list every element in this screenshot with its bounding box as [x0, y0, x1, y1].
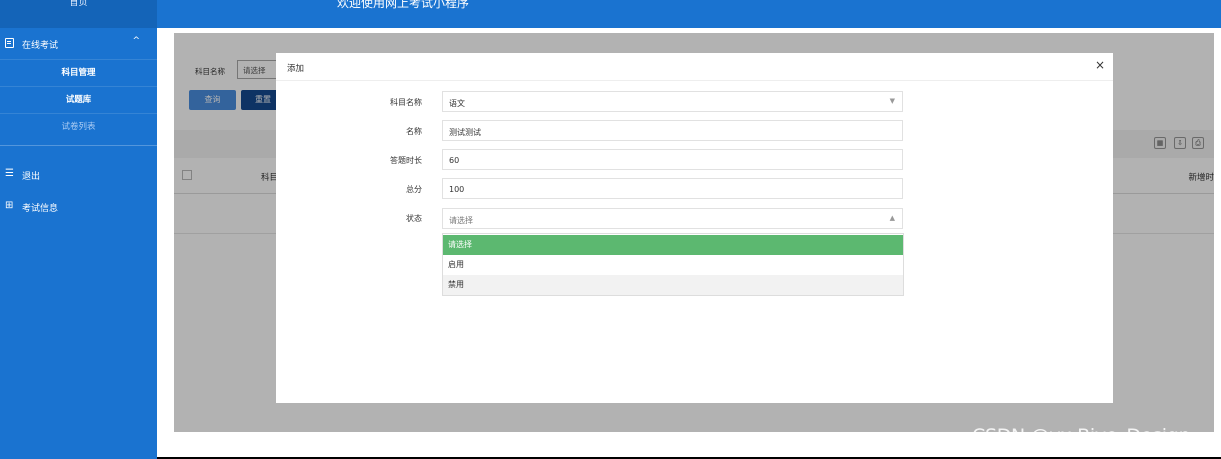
- dialog-title: 添加: [287, 64, 305, 74]
- subject-select[interactable]: 语文 ▼: [442, 91, 903, 112]
- sidebar-item-label: 考试信息: [22, 204, 59, 214]
- header-title: 欢迎使用网上考试小程序: [337, 0, 470, 10]
- name-input[interactable]: 测试测试: [442, 120, 903, 141]
- subject-select-value: 语文: [449, 99, 465, 108]
- total-score-input[interactable]: 100: [442, 178, 903, 199]
- chevron-up-icon: ▲: [889, 214, 895, 222]
- sidebar-item-paper-list[interactable]: 试卷列表: [0, 113, 157, 139]
- sidebar-item-label: 试题库: [65, 95, 92, 105]
- chevron-down-icon: ▼: [889, 97, 895, 105]
- chevron-up-icon: ^: [132, 36, 140, 46]
- book-icon: [5, 38, 14, 48]
- sidebar-item-label: 科目管理: [61, 68, 96, 78]
- name-input-value: 测试测试: [449, 128, 481, 137]
- status-option-placeholder[interactable]: 请选择: [443, 235, 903, 255]
- status-option-enabled[interactable]: 启用: [443, 255, 903, 275]
- add-dialog: 添加 × 科目名称 语文 ▼ 名称 测试测试 答题时长 60 总分 100 状态…: [276, 53, 1113, 403]
- total-score-input-value: 100: [449, 185, 465, 194]
- sidebar-item-question-bank[interactable]: 试题库: [0, 86, 157, 112]
- status-dropdown: 请选择 启用 禁用: [442, 233, 904, 296]
- field-label-total-score: 总分: [406, 185, 422, 194]
- field-label-status: 状态: [406, 214, 422, 223]
- sidebar-divider: [0, 145, 157, 146]
- field-label-subject: 科目名称: [390, 98, 422, 107]
- duration-input[interactable]: 60: [442, 149, 903, 170]
- field-label-duration: 答题时长: [390, 156, 422, 165]
- status-option-disabled[interactable]: 禁用: [443, 275, 903, 295]
- sidebar-item-subject-management[interactable]: 科目管理: [0, 59, 157, 85]
- menu-list-icon: ☰: [5, 168, 14, 179]
- sidebar-home[interactable]: 首页: [0, 0, 157, 28]
- sidebar: 首页 在线考试 ^ 科目管理 试题库 试卷列表 ☰ 退出 ⊞ 考试信息: [0, 0, 157, 459]
- grid-icon: ⊞: [5, 200, 14, 211]
- sidebar-group-online-exam[interactable]: 在线考试 ^: [0, 34, 157, 54]
- field-label-name: 名称: [406, 127, 422, 136]
- sidebar-item-exam-info[interactable]: ⊞ 考试信息: [0, 198, 157, 216]
- top-header: 欢迎使用网上考试小程序: [157, 0, 1221, 28]
- watermark: CSDN @vx-Biye_Design: [972, 425, 1191, 447]
- status-select[interactable]: 请选择 ▲: [442, 208, 903, 229]
- sidebar-item-label: 试卷列表: [61, 122, 96, 132]
- sidebar-item-logout[interactable]: ☰ 退出: [0, 166, 157, 184]
- duration-input-value: 60: [449, 156, 460, 165]
- sidebar-group-label: 在线考试: [22, 41, 59, 51]
- status-select-value: 请选择: [449, 216, 473, 225]
- dialog-divider: [276, 80, 1113, 81]
- sidebar-home-label: 首页: [69, 0, 88, 8]
- sidebar-item-label: 退出: [22, 172, 41, 182]
- close-icon[interactable]: ×: [1095, 59, 1105, 71]
